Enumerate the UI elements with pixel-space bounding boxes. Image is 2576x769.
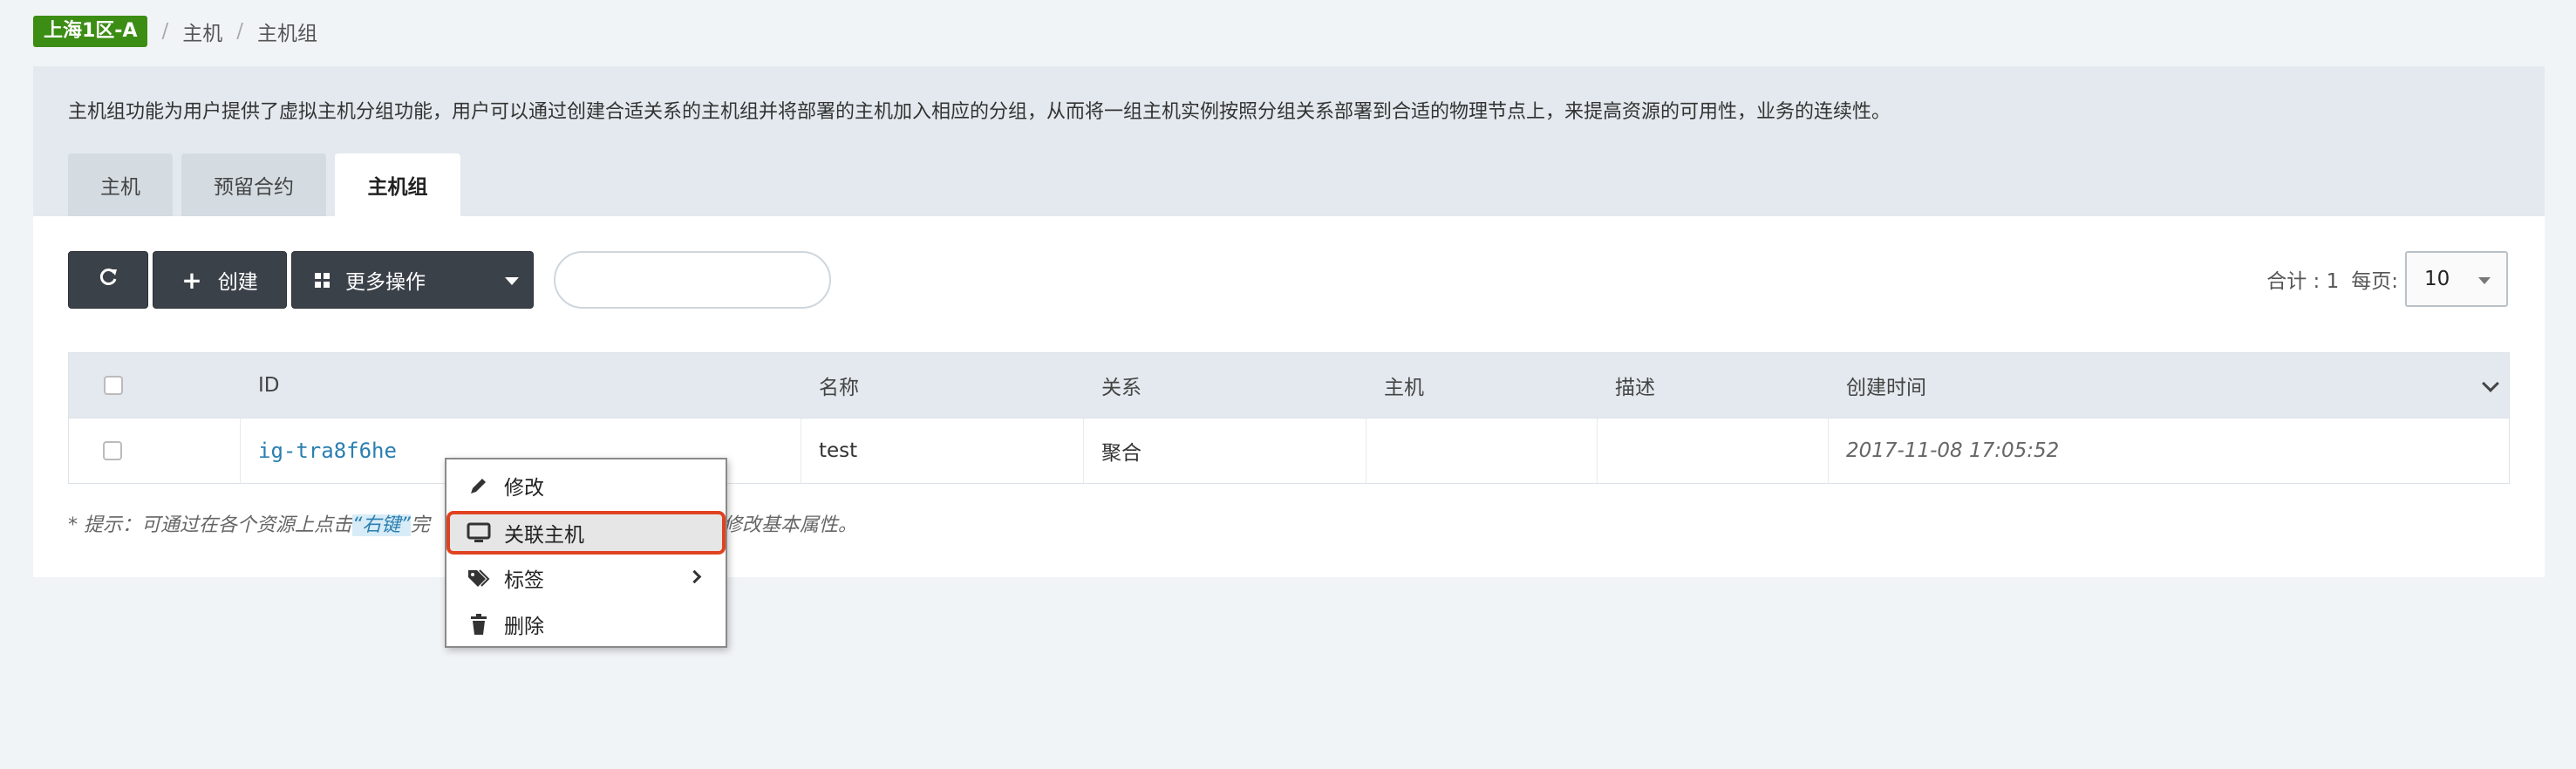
menu-item-tags[interactable]: 标签 — [453, 557, 719, 599]
cell-name: test — [801, 419, 1084, 483]
menu-item-label: 标签 — [504, 569, 544, 592]
hint-prefix: * 提示：可通过在各个资源上点击 — [68, 514, 352, 536]
cell-description — [1598, 419, 1829, 483]
chevron-down-icon[interactable] — [2482, 375, 2499, 392]
menu-item-delete[interactable]: 删除 — [453, 603, 719, 645]
column-header-description[interactable]: 描述 — [1598, 353, 1829, 418]
column-header-created[interactable]: 创建时间 — [1829, 353, 2509, 418]
breadcrumb-item-host-groups: 主机组 — [256, 23, 317, 45]
select-all-cell — [69, 353, 241, 418]
pager: 合计 : 1 每页: 10 — [2266, 251, 2508, 307]
tab-hosts[interactable]: 主机 — [68, 153, 173, 216]
tags-icon — [466, 567, 492, 589]
refresh-button[interactable] — [68, 251, 148, 309]
caret-down-icon — [2478, 277, 2491, 284]
intro-text: 主机组功能为用户提供了虚拟主机分组功能，用户可以通过创建合适关系的主机组并将部署… — [68, 101, 1891, 123]
card-header: 主机组功能为用户提供了虚拟主机分组功能，用户可以通过创建合适关系的主机组并将部署… — [33, 66, 2545, 216]
more-actions-label: 更多操作 — [345, 271, 426, 294]
table-header: ID 名称 关系 主机 描述 创建时间 — [68, 352, 2510, 418]
refresh-icon — [97, 266, 119, 294]
menu-item-label: 关联主机 — [504, 524, 584, 547]
toolbar: + 创建 更多操作 — [68, 251, 831, 309]
tab-bar: 主机 预留合约 主机组 — [68, 153, 460, 216]
cell-hosts — [1366, 419, 1598, 483]
caret-down-icon — [505, 277, 519, 285]
column-header-relation[interactable]: 关系 — [1084, 353, 1366, 418]
tab-reserved-contracts[interactable]: 预留合约 — [181, 153, 326, 216]
hint-mid: 完 — [410, 514, 430, 536]
breadcrumb-item-hosts[interactable]: 主机 — [182, 17, 222, 46]
menu-item-associate-hosts[interactable]: 关联主机 — [446, 511, 726, 555]
grid-icon — [315, 272, 330, 288]
create-label: 创建 — [217, 271, 258, 294]
breadcrumb-separator: / — [236, 20, 243, 43]
column-header-id[interactable]: ID — [241, 353, 801, 418]
breadcrumb-separator: / — [161, 20, 169, 43]
select-all-checkbox[interactable] — [103, 376, 123, 395]
column-header-name[interactable]: 名称 — [801, 353, 1084, 418]
context-menu: 修改 关联主机 标签 删除 — [445, 458, 727, 648]
hint-suffix: 修改基本属性。 — [722, 514, 857, 536]
breadcrumb: 上海1区-A / 主机 / 主机组 — [33, 16, 317, 47]
plus-icon: + — [181, 265, 202, 295]
page-size-value: 10 — [2424, 268, 2450, 290]
table-row[interactable]: ig-tra8f6he test 聚合 2017-11-08 17:05:52 — [68, 418, 2510, 484]
page-size-select[interactable]: 10 — [2405, 251, 2508, 307]
create-button[interactable]: + 创建 — [153, 251, 287, 309]
search-input[interactable] — [554, 251, 831, 309]
tab-host-groups[interactable]: 主机组 — [335, 153, 460, 216]
host-group-id-link[interactable]: ig-tra8f6he — [258, 439, 397, 463]
monitor-icon — [466, 521, 492, 544]
menu-item-label: 删除 — [504, 616, 544, 638]
menu-item-label: 修改 — [504, 477, 544, 500]
trash-icon — [466, 613, 492, 636]
host-group-table: ID 名称 关系 主机 描述 创建时间 ig-tra8f6he test 聚合 … — [68, 352, 2510, 484]
row-checkbox[interactable] — [103, 441, 122, 460]
main-card: 主机组功能为用户提供了虚拟主机分组功能，用户可以通过创建合适关系的主机组并将部署… — [33, 66, 2545, 577]
menu-item-edit[interactable]: 修改 — [453, 465, 719, 507]
pencil-icon — [466, 474, 492, 497]
total-count: 合计 : 1 — [2266, 270, 2340, 293]
chevron-right-icon — [687, 569, 702, 584]
cell-relation: 聚合 — [1084, 419, 1366, 483]
cell-created: 2017-11-08 17:05:52 — [1829, 419, 2509, 483]
zone-badge[interactable]: 上海1区-A — [33, 16, 148, 47]
column-header-hosts[interactable]: 主机 — [1366, 353, 1598, 418]
per-page-label: 每页: — [2351, 270, 2398, 293]
hint-highlight: “右键” — [352, 514, 411, 536]
more-actions-button[interactable]: 更多操作 — [291, 251, 534, 309]
created-time: 2017-11-08 17:05:52 — [1846, 439, 2060, 462]
column-header-created-label: 创建时间 — [1846, 377, 1926, 399]
row-select-cell — [69, 419, 241, 483]
